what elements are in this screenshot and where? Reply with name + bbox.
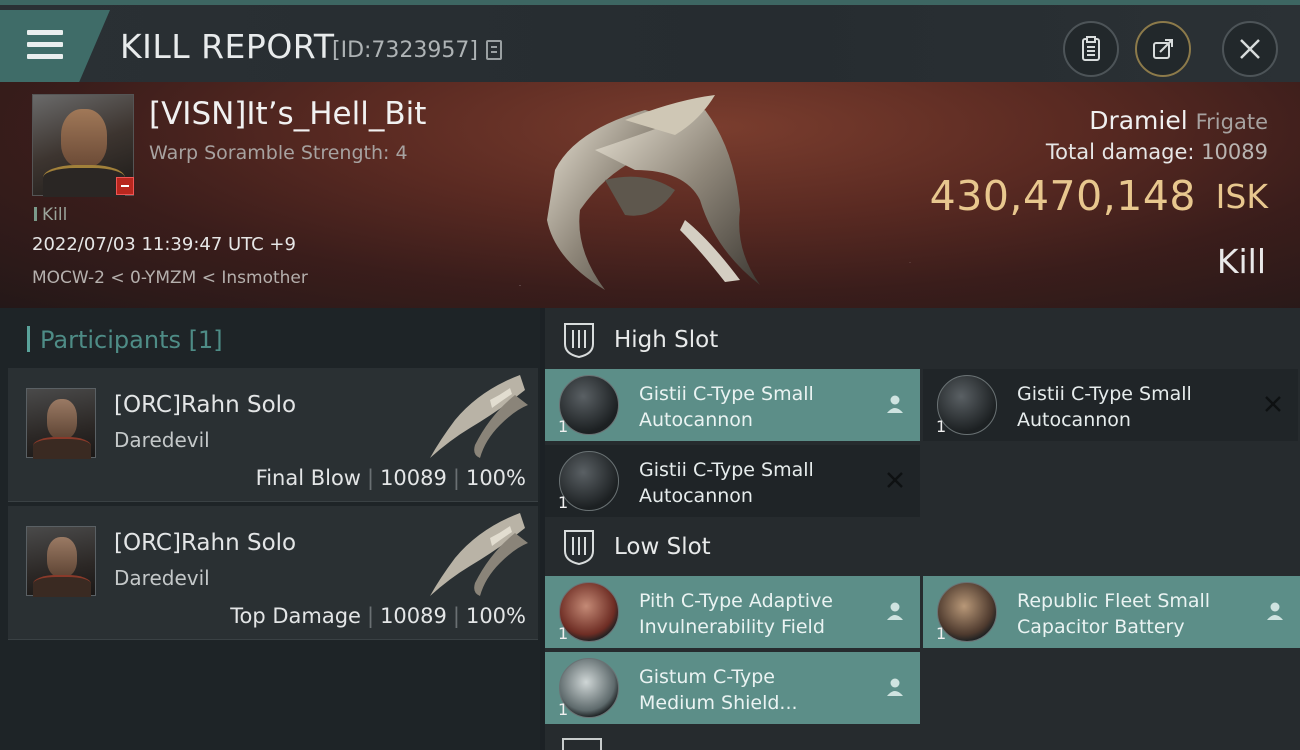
close-icon xyxy=(1240,39,1260,59)
participant-card[interactable]: [ORC]Rahn Solo Daredevil Final Blow | 1008… xyxy=(8,368,538,502)
low-slot-header: Low Slot xyxy=(562,529,711,565)
participant-stats: Top Damage | 10089 | 100% xyxy=(230,604,526,628)
ship-name[interactable]: Dramiel Frigate xyxy=(1089,106,1268,135)
module-item[interactable]: 1 Gistii C-Type Small Autocannon xyxy=(923,369,1298,441)
kill-id: [ID:7323957] xyxy=(332,38,478,63)
page-title: KILL REPORT xyxy=(120,27,335,66)
mid-slot-header-partial xyxy=(562,738,602,750)
menu-button[interactable] xyxy=(0,10,110,82)
fitted-person-icon xyxy=(884,393,906,415)
module-name: Republic Fleet Small Capacitor Battery xyxy=(1017,590,1211,638)
total-damage: Total damage: 10089 xyxy=(1045,140,1268,164)
security-status-badge xyxy=(116,177,134,195)
header-bar: KILL REPORT [ID:7323957] xyxy=(0,0,1300,82)
kill-time: 2022/07/03 11:39:47 UTC +9 xyxy=(32,234,296,255)
participant-card[interactable]: [ORC]Rahn Solo Daredevil Top Damage | 1008… xyxy=(8,506,538,640)
participant-portrait[interactable] xyxy=(26,388,96,459)
module-quantity: 1 xyxy=(558,417,569,436)
module-item[interactable]: 1 Pith C-Type Adaptive Invulnerability Fi… xyxy=(545,576,920,648)
participant-damage: 10089 xyxy=(380,604,447,628)
high-slot-header: High Slot xyxy=(562,322,718,358)
module-quantity: 1 xyxy=(558,700,569,719)
kill-tag: Kill xyxy=(34,205,67,225)
participant-name: [ORC]Rahn Solo xyxy=(114,392,297,418)
ship-render-image xyxy=(547,95,760,290)
participant-portrait[interactable] xyxy=(26,526,96,597)
module-quantity: 1 xyxy=(558,493,569,512)
high-slot-icon xyxy=(564,323,594,358)
low-slot-title: Low Slot xyxy=(614,534,711,560)
participant-ship: Daredevil xyxy=(114,566,210,590)
participant-percent: 100% xyxy=(465,604,526,628)
fitted-person-icon xyxy=(884,600,906,622)
module-quantity: 1 xyxy=(936,417,947,436)
high-slot-title: High Slot xyxy=(614,327,719,353)
share-button[interactable] xyxy=(1135,21,1191,77)
close-button[interactable] xyxy=(1222,21,1278,77)
participant-damage: 10089 xyxy=(380,466,447,490)
fitted-person-icon xyxy=(1264,600,1286,622)
fitted-person-icon xyxy=(884,676,906,698)
participants-panel: Participants [1] [ORC]Rahn Solo Daredevi… xyxy=(0,308,540,750)
low-slot-icon xyxy=(564,530,594,565)
participants-title: Participants [1] xyxy=(27,326,223,354)
clipboard-button[interactable] xyxy=(1063,21,1119,77)
participant-ship-image xyxy=(430,375,528,458)
destroyed-x-icon xyxy=(1262,393,1284,415)
clipboard-icon xyxy=(1082,36,1100,61)
hamburger-icon xyxy=(27,30,63,60)
victim-banner: [VISN]It’s_Hell_Bit Warp Soramble Streng… xyxy=(0,82,1300,308)
module-item[interactable]: 1 Gistii C-Type Small Autocannon xyxy=(545,445,920,517)
participant-ship-image xyxy=(430,513,528,596)
participant-percent: 100% xyxy=(465,466,526,490)
ship-class: Frigate xyxy=(1195,110,1268,134)
victim-subtitle: Warp Soramble Strength: 4 xyxy=(149,142,408,164)
participant-stats: Final Blow | 10089 | 100% xyxy=(255,466,526,490)
kill-location: MOCW-2 < 0-YMZM < Insmother xyxy=(32,268,308,288)
participant-role: Top Damage xyxy=(230,604,361,628)
fitting-panel: High Slot 1 Gistii C-Type Small Autocanno… xyxy=(545,308,1300,750)
participant-name: [ORC]Rahn Solo xyxy=(114,530,297,556)
victim-name[interactable]: [VISN]It’s_Hell_Bit xyxy=(149,96,426,132)
share-icon xyxy=(1153,39,1173,59)
participant-ship: Daredevil xyxy=(114,428,210,452)
isk-unit: ISK xyxy=(1215,177,1268,216)
module-name: Gistii C-Type Small Autocannon xyxy=(639,459,814,507)
module-quantity: 1 xyxy=(558,624,569,643)
module-name: Gistum C-Type Medium Shield... xyxy=(639,666,798,714)
module-name: Gistii C-Type Small Autocannon xyxy=(1017,383,1192,431)
module-quantity: 1 xyxy=(936,624,947,643)
module-name: Pith C-Type Adaptive Invulnerability Fiel… xyxy=(639,590,833,638)
module-item[interactable]: 1 Republic Fleet Small Capacitor Battery xyxy=(923,576,1300,648)
copy-icon[interactable] xyxy=(486,40,502,60)
module-name: Gistii C-Type Small Autocannon xyxy=(639,383,814,431)
module-item[interactable]: 1 Gistum C-Type Medium Shield... xyxy=(545,652,920,724)
module-item[interactable]: 1 Gistii C-Type Small Autocannon xyxy=(545,369,920,441)
isk-value: 430,470,148 xyxy=(929,172,1196,220)
destroyed-x-icon xyxy=(884,469,906,491)
total-damage-value: 10089 xyxy=(1201,140,1268,164)
participant-role: Final Blow xyxy=(255,466,361,490)
kill-result: Kill xyxy=(1216,242,1266,281)
